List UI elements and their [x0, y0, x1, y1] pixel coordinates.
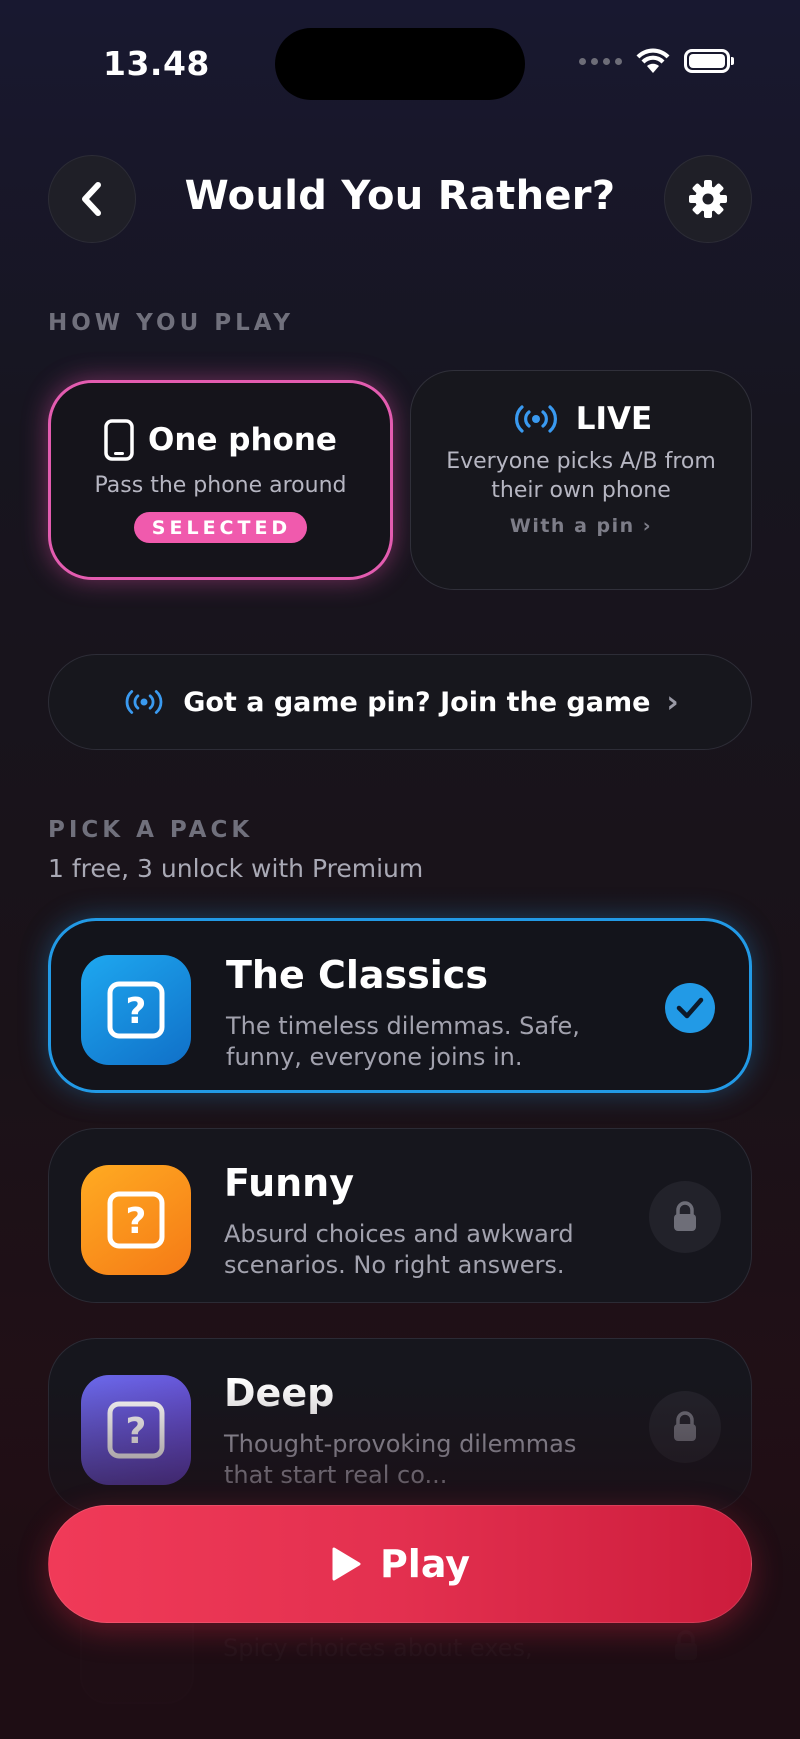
pick-a-pack-label: PICK A PACK [48, 817, 254, 843]
mode-one-phone-card[interactable]: One phone Pass the phone around SELECTED [48, 380, 393, 580]
checkmark-icon [665, 983, 715, 1033]
play-icon [332, 1547, 361, 1581]
pack-description: Absurd choices and awkward scenarios. No… [224, 1220, 574, 1279]
pack-description: Spicy choices about exes, [223, 1634, 533, 1662]
pack-description: Thought-provoking dilemmas that start re… [224, 1430, 577, 1489]
join-game-button[interactable]: Got a game pin? Join the game › [48, 654, 752, 750]
settings-button[interactable] [664, 155, 752, 243]
play-button[interactable]: Play [48, 1505, 752, 1623]
mode-live-card[interactable]: LIVE Everyone picks A/B from their own p… [410, 370, 752, 590]
lock-icon [649, 1181, 721, 1253]
join-game-label: Got a game pin? Join the game [183, 686, 651, 718]
status-icons [579, 48, 734, 74]
pack-card-classics[interactable]: ? The Classics The timeless dilemmas. Sa… [48, 918, 752, 1093]
how-you-play-label: HOW YOU PLAY [48, 310, 295, 336]
mode-one-phone-title-row: One phone [51, 419, 390, 461]
svg-text:?: ? [126, 1201, 147, 1242]
screen: 13.48 Would You Rather? HOW YOU PLAY One… [0, 0, 800, 1739]
mode-live-title-row: LIVE [411, 401, 751, 437]
svg-text:?: ? [126, 991, 147, 1032]
with-a-pin-link[interactable]: With a pin › [411, 515, 751, 537]
question-box-icon: ? [81, 955, 191, 1065]
gear-icon [689, 180, 727, 218]
battery-icon [684, 49, 734, 73]
pack-card-deep[interactable]: ? Deep Thought-provoking dilemmas that s… [48, 1338, 752, 1513]
chevron-right-icon: › [666, 684, 679, 720]
mode-live-subtitle: Everyone picks A/B from their own phone [446, 449, 716, 503]
pack-card-funny[interactable]: ? Funny Absurd choices and awkward scena… [48, 1128, 752, 1303]
question-box-icon: ? [81, 1165, 191, 1275]
mode-live-title: LIVE [575, 401, 653, 437]
phone-icon [104, 419, 134, 461]
wifi-icon [636, 48, 670, 73]
play-label: Play [379, 1542, 471, 1586]
selected-badge: SELECTED [133, 512, 308, 543]
broadcast-icon [514, 405, 557, 433]
pick-a-pack-subtitle: 1 free, 3 unlock with Premium [48, 854, 424, 883]
pack-title: The Classics [226, 953, 488, 997]
mode-one-phone-subtitle: Pass the phone around [94, 473, 347, 498]
broadcast-icon [125, 690, 163, 714]
svg-text:?: ? [126, 1411, 147, 1452]
dynamic-island [275, 28, 525, 100]
mode-one-phone-title: One phone [148, 422, 337, 458]
pack-title: Funny [224, 1161, 354, 1205]
lock-icon [649, 1391, 721, 1463]
pack-title: Deep [224, 1371, 335, 1415]
pack-description: The timeless dilemmas. Safe, funny, ever… [226, 1012, 580, 1071]
chevron-right-icon: › [642, 515, 653, 537]
with-a-pin-label: With a pin [509, 515, 635, 537]
cellular-signal-icon [579, 57, 622, 65]
status-time: 13.48 [103, 44, 210, 83]
question-box-icon: ? [81, 1375, 191, 1485]
